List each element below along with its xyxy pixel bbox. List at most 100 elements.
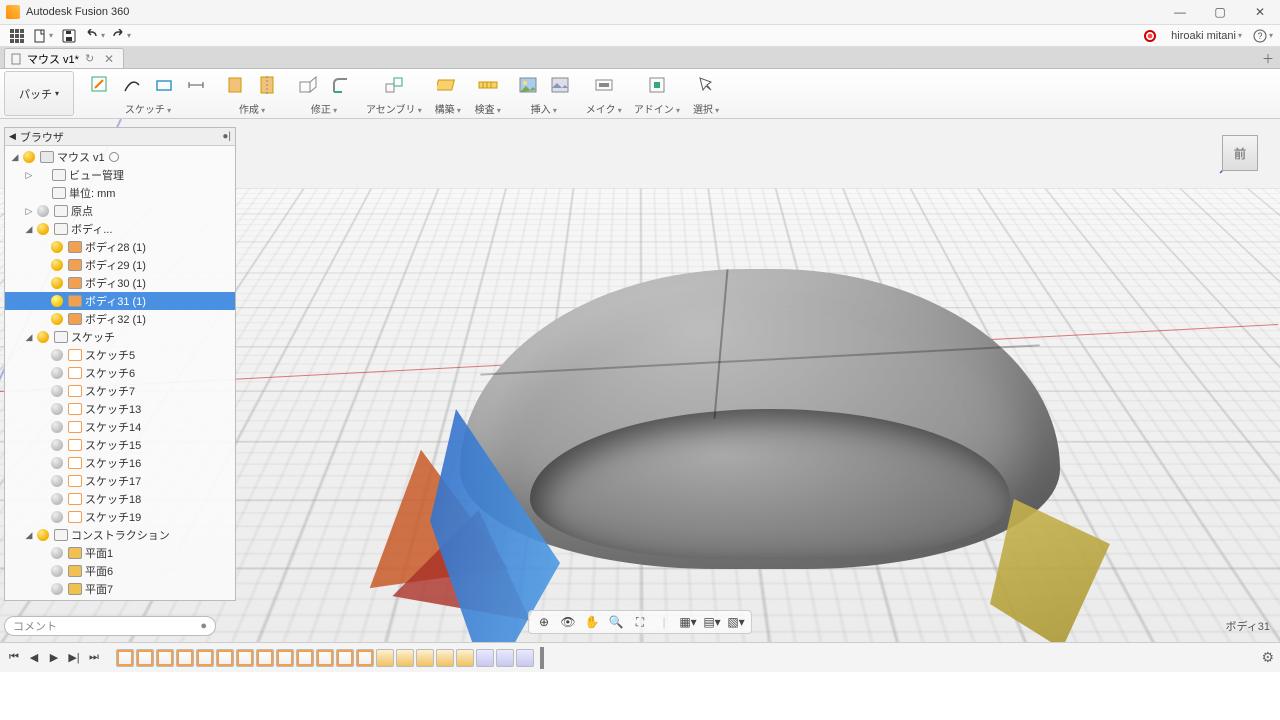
tree-body-item[interactable]: ボディ30 (1)	[5, 274, 235, 292]
window-close-button[interactable]: ✕	[1240, 0, 1280, 25]
help-button[interactable]: ?	[1252, 27, 1274, 45]
timeline-step[interactable]	[356, 649, 374, 667]
timeline-prev-button[interactable]: ◀	[26, 650, 42, 666]
new-tab-button[interactable]: ＋	[1262, 50, 1274, 67]
plane-icon[interactable]	[434, 71, 462, 99]
visibility-bulb-icon[interactable]	[51, 547, 63, 559]
visibility-bulb-icon[interactable]	[51, 241, 63, 253]
visibility-bulb-icon[interactable]	[51, 439, 63, 451]
grid-settings-icon[interactable]: ▤▾	[703, 613, 721, 631]
document-tab[interactable]: マウス v1* ↻ ✕	[4, 48, 124, 68]
visibility-bulb-icon[interactable]	[51, 295, 63, 307]
timeline-step[interactable]	[416, 649, 434, 667]
ribbon-label-assembly[interactable]: アセンブリ	[366, 101, 422, 116]
visibility-bulb-icon[interactable]	[51, 511, 63, 523]
tree-sketch-item[interactable]: スケッチ14	[5, 418, 235, 436]
timeline-step[interactable]	[336, 649, 354, 667]
view-cube-face[interactable]: 前	[1222, 135, 1258, 171]
insert-image-icon[interactable]	[514, 71, 542, 99]
addins-icon[interactable]	[643, 71, 671, 99]
timeline-step[interactable]	[496, 649, 514, 667]
timeline-step[interactable]	[136, 649, 154, 667]
tree-plane-item[interactable]: 平面1	[5, 544, 235, 562]
timeline-step[interactable]	[516, 649, 534, 667]
tree-body-item[interactable]: ボディ31 (1)	[5, 292, 235, 310]
select-icon[interactable]	[692, 71, 720, 99]
browser-pin-icon[interactable]: ●|	[222, 131, 231, 142]
fillet-icon[interactable]	[326, 71, 354, 99]
timeline-step[interactable]	[316, 649, 334, 667]
rectangle-icon[interactable]	[150, 71, 178, 99]
visibility-bulb-icon[interactable]	[51, 583, 63, 595]
tree-root[interactable]: ◢マウス v1	[5, 148, 235, 166]
workspace-selector[interactable]: パッチ▾	[4, 71, 74, 116]
window-minimize-button[interactable]: —	[1160, 0, 1200, 25]
visibility-bulb-icon[interactable]	[23, 151, 35, 163]
timeline-step[interactable]	[156, 649, 174, 667]
fit-icon[interactable]: ⛶	[631, 613, 649, 631]
insert-decal-icon[interactable]	[546, 71, 574, 99]
ribbon-label-insert[interactable]: 挿入	[531, 101, 557, 116]
new-file-button[interactable]	[32, 27, 54, 45]
measure-icon[interactable]	[474, 71, 502, 99]
app-menu-icon[interactable]	[6, 27, 28, 45]
ribbon-label-sketch[interactable]: スケッチ	[125, 101, 171, 116]
timeline-step[interactable]	[376, 649, 394, 667]
timeline-end-button[interactable]: ⏭	[86, 650, 102, 666]
save-button[interactable]	[58, 27, 80, 45]
tree-sketch-item[interactable]: スケッチ5	[5, 346, 235, 364]
tab-close-icon[interactable]: ✕	[101, 52, 117, 66]
visibility-bulb-icon[interactable]	[51, 277, 63, 289]
timeline-step[interactable]	[436, 649, 454, 667]
extrude-icon[interactable]	[222, 71, 250, 99]
visibility-bulb-icon[interactable]	[51, 385, 63, 397]
tree-plane-item[interactable]: 平面7	[5, 580, 235, 598]
tree-sketch-item[interactable]: スケッチ13	[5, 400, 235, 418]
timeline-start-button[interactable]: ⏮	[6, 650, 22, 666]
look-icon[interactable]: 👁	[559, 613, 577, 631]
tree-sketch-item[interactable]: スケッチ17	[5, 472, 235, 490]
ribbon-label-inspect[interactable]: 検査	[475, 101, 501, 116]
visibility-bulb-icon[interactable]	[51, 565, 63, 577]
press-pull-icon[interactable]	[294, 71, 322, 99]
visibility-bulb-icon[interactable]	[37, 331, 49, 343]
undo-button[interactable]	[84, 27, 106, 45]
ribbon-label-make[interactable]: メイク	[586, 101, 622, 116]
visibility-bulb-icon[interactable]	[51, 367, 63, 379]
model-mouse-body[interactable]	[420, 259, 1060, 599]
visibility-bulb-icon[interactable]	[51, 259, 63, 271]
tree-sketch-item[interactable]: スケッチ6	[5, 364, 235, 382]
visibility-bulb-icon[interactable]	[37, 223, 49, 235]
tree-bodies-folder[interactable]: ◢ボディ...	[5, 220, 235, 238]
timeline-step[interactable]	[216, 649, 234, 667]
dimension-icon[interactable]	[182, 71, 210, 99]
timeline-step[interactable]	[476, 649, 494, 667]
tree-plane-item[interactable]: 平面6	[5, 562, 235, 580]
browser-header[interactable]: ◀ ブラウザ ●|	[5, 128, 235, 146]
user-menu[interactable]: hiroaki mitani	[1165, 27, 1248, 45]
comment-toggle-icon[interactable]: ●	[200, 620, 207, 632]
redo-button[interactable]	[110, 27, 132, 45]
timeline-step[interactable]	[296, 649, 314, 667]
ribbon-label-modify[interactable]: 修正	[311, 101, 337, 116]
ribbon-label-select[interactable]: 選択	[693, 101, 719, 116]
timeline-step[interactable]	[456, 649, 474, 667]
visibility-bulb-icon[interactable]	[51, 421, 63, 433]
visibility-bulb-icon[interactable]	[37, 529, 49, 541]
visibility-bulb-icon[interactable]	[51, 475, 63, 487]
assembly-icon[interactable]	[380, 71, 408, 99]
visibility-bulb-icon[interactable]	[51, 493, 63, 505]
activate-radio-icon[interactable]	[109, 152, 119, 162]
revolve-icon[interactable]	[254, 71, 282, 99]
ribbon-label-addins[interactable]: アドイン	[634, 101, 680, 116]
tree-sketch-item[interactable]: スケッチ18	[5, 490, 235, 508]
timeline-step[interactable]	[196, 649, 214, 667]
timeline-settings-icon[interactable]: ⚙	[1261, 649, 1274, 666]
pan-icon[interactable]: ✋	[583, 613, 601, 631]
tree-construction-folder[interactable]: ◢コンストラクション	[5, 526, 235, 544]
tree-body-item[interactable]: ボディ28 (1)	[5, 238, 235, 256]
tree-sketch-item[interactable]: スケッチ19	[5, 508, 235, 526]
orbit-icon[interactable]: ⊕	[535, 613, 553, 631]
tree-view-mgmt[interactable]: ▷ビュー管理	[5, 166, 235, 184]
timeline-step[interactable]	[176, 649, 194, 667]
